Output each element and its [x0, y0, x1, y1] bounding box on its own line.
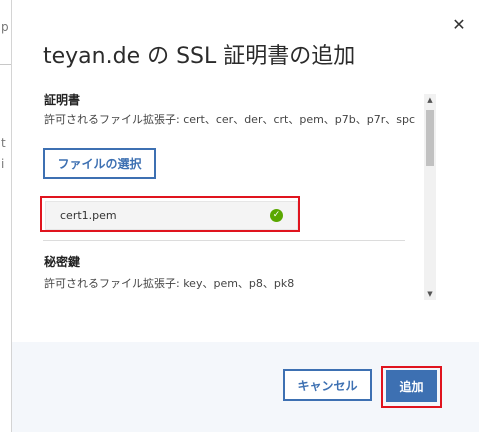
dialog-scroll-content[interactable]: 証明書 許可されるファイル拡張子: cert、cer、der、crt、pem、p…: [43, 86, 436, 301]
private-key-section-label: 秘密鍵: [44, 255, 81, 269]
scroll-down-arrow-icon[interactable]: ▼: [424, 288, 436, 300]
certificate-file-name: cert1.pem: [60, 209, 117, 222]
certificate-allowed-extensions: 許可されるファイル拡張子: cert、cer、der、crt、pem、p7b、p…: [44, 113, 416, 126]
close-icon: ✕: [452, 15, 466, 34]
background-text-fragment: p: [1, 20, 9, 34]
cancel-button[interactable]: キャンセル: [283, 369, 372, 401]
certificate-section-label: 証明書: [44, 93, 81, 107]
selected-certificate-file: cert1.pem ✓: [45, 201, 298, 230]
scroll-up-arrow-icon[interactable]: ▲: [424, 94, 436, 106]
add-button[interactable]: 追加: [386, 370, 437, 402]
dialog-footer: キャンセル 追加: [12, 342, 479, 432]
background-text-fragment: t: [1, 136, 6, 150]
content-scrollbar[interactable]: ▲ ▼: [424, 94, 436, 300]
background-text-fragment: i: [1, 157, 5, 171]
select-certificate-file-button[interactable]: ファイルの選択: [43, 148, 156, 179]
section-divider: [43, 240, 405, 241]
checkmark-circle-icon: ✓: [270, 209, 283, 222]
dialog-title: teyan.de の SSL 証明書の追加: [43, 44, 356, 69]
close-button[interactable]: ✕: [449, 15, 469, 35]
private-key-allowed-extensions: 許可されるファイル拡張子: key、pem、p8、pk8: [44, 277, 295, 290]
scrollbar-thumb[interactable]: [426, 110, 434, 166]
